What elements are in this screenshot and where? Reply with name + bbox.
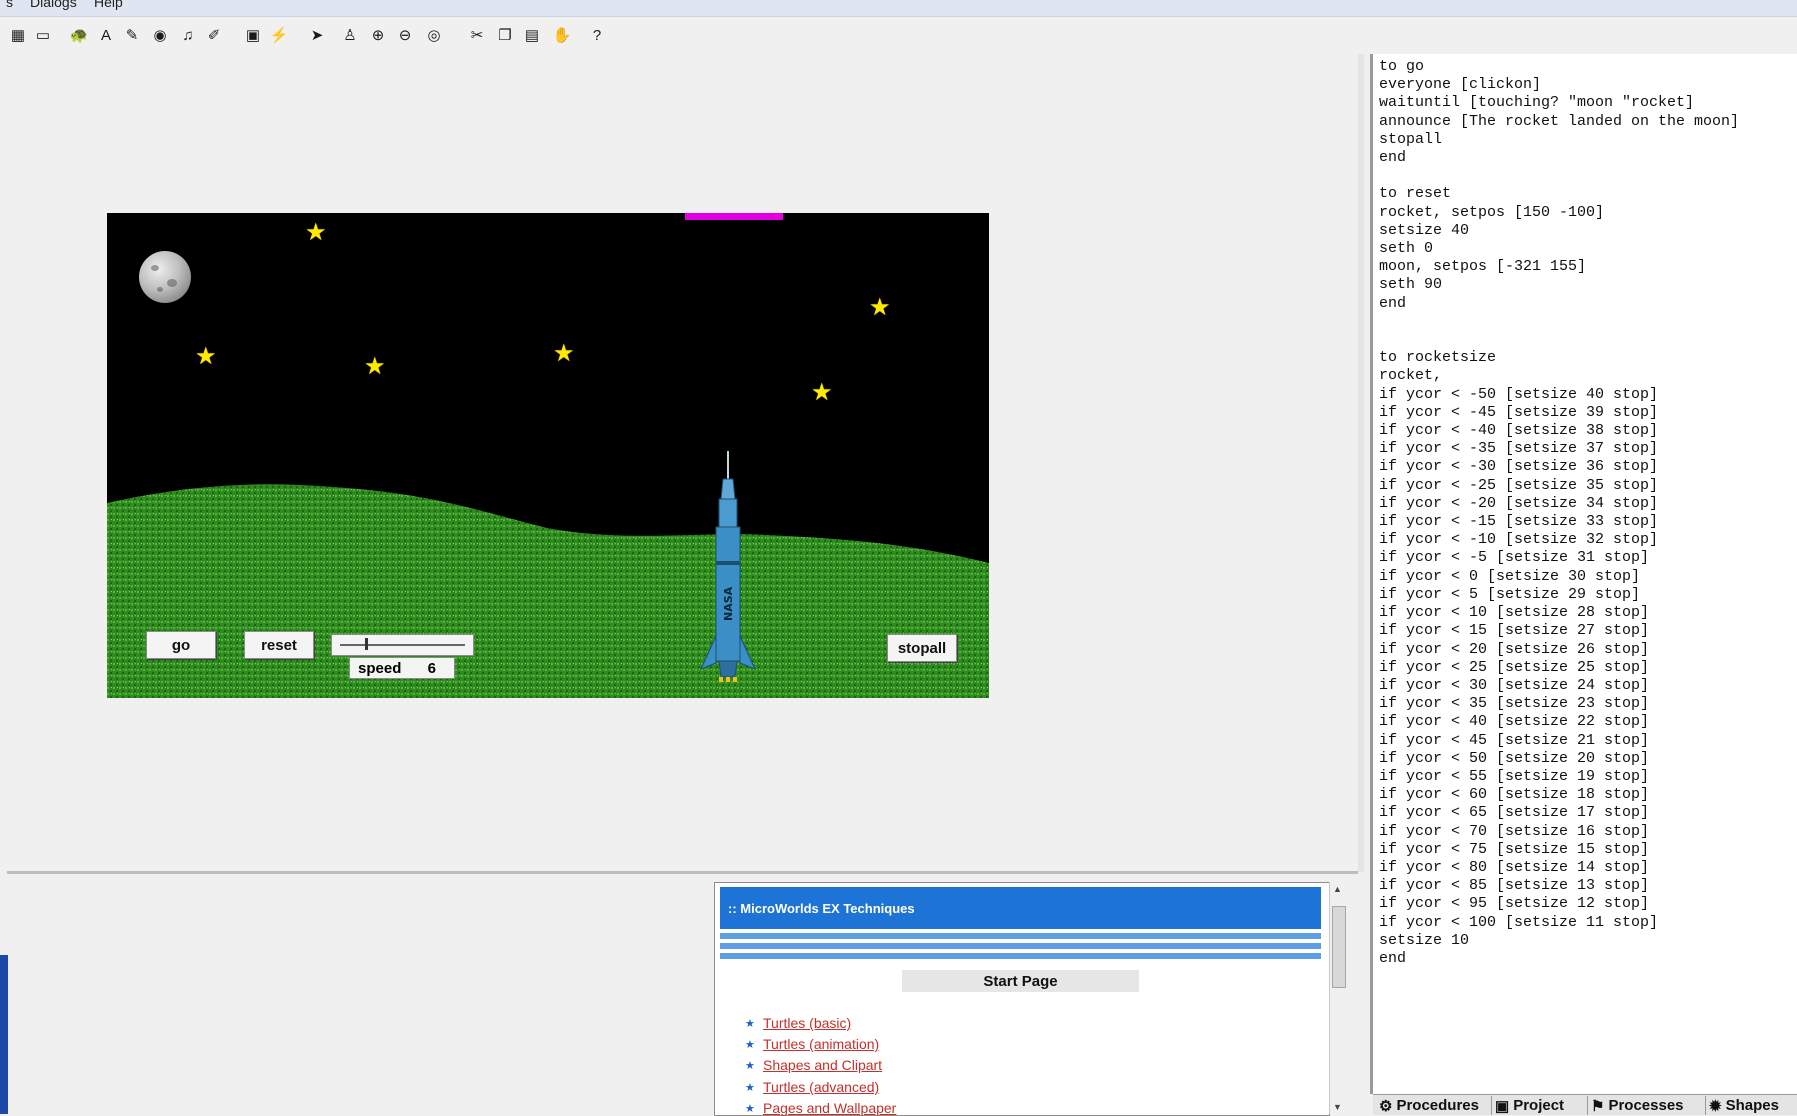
procedures-pane[interactable]: to go everyone [clickon] waituntil [touc… bbox=[1370, 54, 1797, 1094]
help-link-turtles-basic[interactable]: Turtles (basic) bbox=[763, 1015, 851, 1031]
scroll-thumb[interactable] bbox=[1332, 906, 1346, 988]
help-scrollbar[interactable]: ▲ ▼ bbox=[1329, 882, 1347, 1114]
pointer-icon[interactable]: ➤ bbox=[306, 24, 328, 46]
bullet-icon: ★ bbox=[745, 1039, 755, 1051]
project-tab-icon: ▣ bbox=[1495, 1097, 1510, 1115]
vertical-splitter[interactable] bbox=[1358, 54, 1364, 872]
moon-turtle[interactable] bbox=[139, 251, 191, 303]
grid-icon[interactable]: ▦ bbox=[7, 24, 29, 46]
stage[interactable]: ★ ★ ★ ★ ★ ★ NASA go reset speed 6 stopal… bbox=[107, 213, 989, 698]
rocket-nasa-label: NASA bbox=[722, 586, 735, 621]
speed-label: speed bbox=[358, 659, 402, 677]
help-link-turtles-advanced[interactable]: Turtles (advanced) bbox=[763, 1079, 879, 1095]
speed-slider[interactable] bbox=[331, 634, 474, 656]
stopall-button[interactable]: stopall bbox=[887, 634, 957, 662]
star-icon: ★ bbox=[195, 343, 217, 370]
horizontal-splitter[interactable] bbox=[7, 871, 1358, 874]
eye-icon[interactable]: ◉ bbox=[149, 24, 171, 46]
text-box-icon[interactable]: A bbox=[95, 24, 117, 46]
reset-button[interactable]: reset bbox=[244, 631, 314, 659]
paste-icon[interactable]: ▤ bbox=[521, 24, 543, 46]
music-note-icon[interactable]: ♫ bbox=[177, 24, 199, 46]
scissors-icon[interactable]: ✂ bbox=[466, 24, 488, 46]
help-link-turtles-animation[interactable]: Turtles (animation) bbox=[763, 1036, 879, 1052]
help-question-icon[interactable]: ? bbox=[586, 24, 608, 46]
star-icon: ★ bbox=[811, 379, 833, 406]
desktop-edge bbox=[0, 955, 8, 1114]
paint-icon[interactable]: ✎ bbox=[121, 24, 143, 46]
shapes-tab-icon: ✹ bbox=[1709, 1097, 1722, 1115]
rectangle-icon[interactable]: ▭ bbox=[32, 24, 54, 46]
pen-icon[interactable]: ✐ bbox=[203, 24, 225, 46]
rocket-turtle[interactable]: NASA bbox=[695, 451, 761, 698]
toolbar: ▦ ▭ 🐢 A ✎ ◉ ♫ ✐ ▣ ⚡ ➤ ♙ ⊕ ⊖ ◎ ✂ ❐ ▤ ✋? bbox=[0, 17, 1797, 53]
tab-processes[interactable]: ⚑ Processes bbox=[1587, 1096, 1706, 1115]
bullet-icon: ★ bbox=[745, 1082, 755, 1094]
procedures-tab-icon: ⚙ bbox=[1379, 1097, 1393, 1115]
turtle-icon[interactable]: 🐢 bbox=[68, 24, 90, 46]
lightning-icon[interactable]: ⚡ bbox=[268, 24, 290, 46]
speed-slider-label: speed 6 bbox=[349, 657, 455, 679]
menu-item-help[interactable]: Help bbox=[94, 0, 123, 10]
star-icon: ★ bbox=[553, 340, 575, 367]
go-button[interactable]: go bbox=[146, 631, 216, 659]
stop-icon[interactable]: ✋ bbox=[551, 24, 573, 46]
tab-procedures[interactable]: ⚙ Procedures bbox=[1375, 1096, 1492, 1115]
star-icon: ★ bbox=[869, 294, 891, 321]
eye-view-icon[interactable]: ◎ bbox=[423, 24, 445, 46]
bullet-icon: ★ bbox=[745, 1018, 755, 1030]
zoom-in-icon[interactable]: ⊕ bbox=[367, 24, 389, 46]
tab-project[interactable]: ▣ Project bbox=[1491, 1096, 1588, 1115]
menu-item-dialogs[interactable]: Dialogs bbox=[30, 0, 77, 10]
scroll-down-icon[interactable]: ▼ bbox=[1333, 1102, 1342, 1112]
bullet-icon: ★ bbox=[745, 1103, 755, 1115]
star-icon: ★ bbox=[364, 353, 386, 380]
bullet-icon: ★ bbox=[745, 1060, 755, 1072]
start-page-heading: Start Page bbox=[902, 970, 1139, 992]
menu-bar: s Dialogs Help bbox=[0, 0, 1797, 17]
stamp-icon[interactable]: ♙ bbox=[339, 24, 361, 46]
star-icon: ★ bbox=[305, 219, 327, 246]
zoom-out-icon[interactable]: ⊖ bbox=[394, 24, 416, 46]
moon-surface bbox=[107, 484, 989, 698]
procedures-code[interactable]: to go everyone [clickon] waituntil [touc… bbox=[1373, 54, 1797, 968]
pane-tabs: ⚙ Procedures ▣ Project ⚑ Processes ✹ Shapes bbox=[1373, 1094, 1797, 1115]
copy-icon[interactable]: ❐ bbox=[494, 24, 516, 46]
processes-tab-icon: ⚑ bbox=[1591, 1097, 1605, 1115]
menu-item-file-partial[interactable]: s bbox=[6, 0, 13, 10]
tab-shapes[interactable]: ✹ Shapes bbox=[1705, 1096, 1797, 1115]
help-link-shapes-clipart[interactable]: Shapes and Clipart bbox=[763, 1057, 882, 1073]
speed-slider-knob[interactable] bbox=[365, 638, 368, 650]
speed-value: 6 bbox=[427, 659, 436, 677]
backpack-icon[interactable]: ▣ bbox=[242, 24, 264, 46]
scroll-up-icon[interactable]: ▲ bbox=[1333, 884, 1342, 894]
help-title-bar: :: MicroWorlds EX Techniques bbox=[720, 887, 1321, 929]
help-pane: :: MicroWorlds EX Techniques Start Page … bbox=[714, 882, 1330, 1116]
